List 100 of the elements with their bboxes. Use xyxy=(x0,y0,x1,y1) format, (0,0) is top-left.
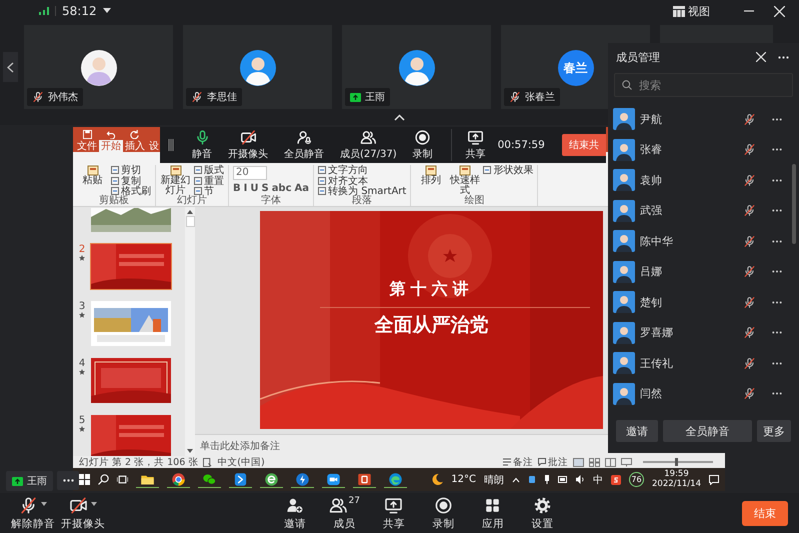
ribbon-tab[interactable]: 开始 xyxy=(99,140,123,153)
shield-icon[interactable] xyxy=(611,474,621,484)
toolbar-button[interactable]: 开摄像头 xyxy=(58,496,108,530)
panel-button[interactable]: 更多 xyxy=(757,420,791,442)
member-name: 闫然 xyxy=(640,386,662,402)
ribbon-button[interactable]: 复制 xyxy=(111,176,151,186)
usb-icon[interactable] xyxy=(544,475,550,484)
scroll-down-icon[interactable] xyxy=(187,449,193,453)
more-icon xyxy=(62,479,74,482)
ribbon-button[interactable]: 文字方向 xyxy=(318,165,406,176)
format-button[interactable]: I xyxy=(244,183,248,194)
scroll-up-icon[interactable] xyxy=(187,210,193,214)
search-field[interactable]: 搜索 xyxy=(614,73,793,97)
comments-button[interactable]: 批注 xyxy=(538,456,568,468)
view-button[interactable]: 视图 xyxy=(673,4,710,18)
ribbon-button[interactable]: 对齐文本 xyxy=(318,176,406,186)
close-icon[interactable] xyxy=(756,52,766,62)
format-button[interactable]: S xyxy=(261,183,269,194)
spellcheck-icon[interactable] xyxy=(203,458,212,466)
panel-button[interactable]: 全员静音 xyxy=(663,420,752,442)
person-mic-icon xyxy=(296,129,312,146)
member-name: 王传礼 xyxy=(640,356,673,371)
chevron-up-icon[interactable] xyxy=(394,114,405,121)
participant-name: 李思佳 xyxy=(207,90,237,104)
presenter-name: 王雨 xyxy=(27,475,47,488)
ribbon-icon xyxy=(111,187,119,196)
drag-handle-icon[interactable] xyxy=(168,139,174,151)
tray-app-icon[interactable] xyxy=(528,475,536,484)
ribbon-button[interactable]: 格式刷 xyxy=(111,186,151,196)
previous-page-button[interactable] xyxy=(3,52,18,82)
toolbar-button[interactable]: 解除静音 xyxy=(8,496,58,530)
slideshow-icon[interactable] xyxy=(621,458,632,466)
notification-icon[interactable] xyxy=(709,474,719,484)
ribbon-tab[interactable]: 文件 xyxy=(75,140,99,153)
toolbar-button[interactable]: 应用 xyxy=(468,496,518,530)
caret-icon[interactable] xyxy=(102,8,111,14)
format-button[interactable]: B xyxy=(233,183,241,194)
notes-button[interactable]: 备注 xyxy=(503,456,533,468)
save-icon[interactable] xyxy=(83,130,92,139)
temperature: 12°C xyxy=(451,474,476,485)
panel-button[interactable]: 邀请 xyxy=(616,420,658,442)
clock-time[interactable]: 19:59 xyxy=(664,470,689,480)
windows-start-icon[interactable] xyxy=(79,474,90,485)
ribbon-button[interactable]: 排列 xyxy=(415,165,446,196)
undo-icon[interactable] xyxy=(106,130,116,139)
ribbon-button[interactable]: 重置 xyxy=(194,176,224,186)
format-button[interactable]: Aa xyxy=(294,183,310,194)
video-tile[interactable]: 李思佳 xyxy=(183,25,332,109)
search-icon[interactable] xyxy=(98,474,109,485)
badge[interactable]: 76 xyxy=(629,472,644,487)
toolbar-button[interactable]: 27 成员 xyxy=(320,496,369,530)
task-view-icon[interactable] xyxy=(117,474,128,485)
toolbar-button[interactable]: 设置 xyxy=(518,496,567,530)
toolbar-button[interactable]: 录制 xyxy=(406,129,439,161)
toolbar-button[interactable]: 静音 xyxy=(186,129,218,161)
toolbar-button[interactable]: 录制 xyxy=(418,496,468,530)
ribbon-button[interactable]: 粘贴 xyxy=(77,165,108,196)
ribbon-tab[interactable]: 插入 xyxy=(123,140,147,153)
language-label[interactable]: 中文(中国) xyxy=(217,456,265,468)
ribbon-button[interactable]: 节 xyxy=(194,186,224,196)
toolbar-button[interactable]: 全员静音 xyxy=(278,129,330,161)
format-button[interactable]: abc xyxy=(272,183,292,194)
video-tile[interactable]: 王雨 xyxy=(342,25,491,109)
scrollbar-thumb[interactable] xyxy=(186,216,194,227)
ribbon-button[interactable]: 形状效果 xyxy=(483,165,534,176)
format-button[interactable]: U xyxy=(250,183,258,194)
avatar xyxy=(398,50,434,86)
video-tile[interactable]: 孙伟杰 xyxy=(24,25,173,109)
ribbon-tab[interactable]: 设 xyxy=(147,140,161,153)
ribbon-button[interactable]: 剪切 xyxy=(111,165,151,176)
notes-placeholder[interactable]: 单击此处添加备注 xyxy=(200,441,280,452)
ribbon-button[interactable]: 快速样式 xyxy=(449,165,480,196)
toolbar-button[interactable]: 开摄像头 xyxy=(222,129,274,161)
clock-date[interactable]: 2022/11/14 xyxy=(652,480,701,489)
toolbar-button[interactable]: 共享 xyxy=(369,496,418,530)
speaker-icon[interactable] xyxy=(576,475,585,484)
font-size-field[interactable]: 20 xyxy=(233,166,267,180)
end-share-button[interactable]: 结束共 xyxy=(562,134,606,156)
caret-icon xyxy=(91,502,97,506)
group-label: 幻灯片 xyxy=(176,196,207,206)
ribbon-icon xyxy=(194,187,202,196)
ribbon-icon xyxy=(483,166,492,174)
toolbar-button[interactable]: 邀请 xyxy=(270,496,320,530)
reading-view-icon[interactable] xyxy=(605,458,616,466)
toolbar-button[interactable]: 成员(27/37) xyxy=(334,129,403,161)
battery-icon[interactable] xyxy=(558,476,568,483)
normal-view-icon[interactable] xyxy=(573,458,584,466)
ribbon-button[interactable]: 新建幻灯片 xyxy=(160,165,191,196)
slide-number: 3 xyxy=(78,301,86,312)
more-icon[interactable] xyxy=(778,56,789,58)
slides-app-icon xyxy=(357,472,372,486)
ribbon-button[interactable]: 版式 xyxy=(194,165,224,176)
toolbar-button[interactable]: 共享 xyxy=(450,129,492,161)
scrollbar-thumb[interactable] xyxy=(792,164,796,244)
close-icon[interactable] xyxy=(774,6,785,16)
redo-icon[interactable] xyxy=(130,130,139,139)
more-button[interactable] xyxy=(57,471,79,490)
member-name: 袁帅 xyxy=(640,172,662,188)
input-method[interactable]: 中 xyxy=(593,472,603,486)
grid-view-icon[interactable] xyxy=(589,458,600,466)
